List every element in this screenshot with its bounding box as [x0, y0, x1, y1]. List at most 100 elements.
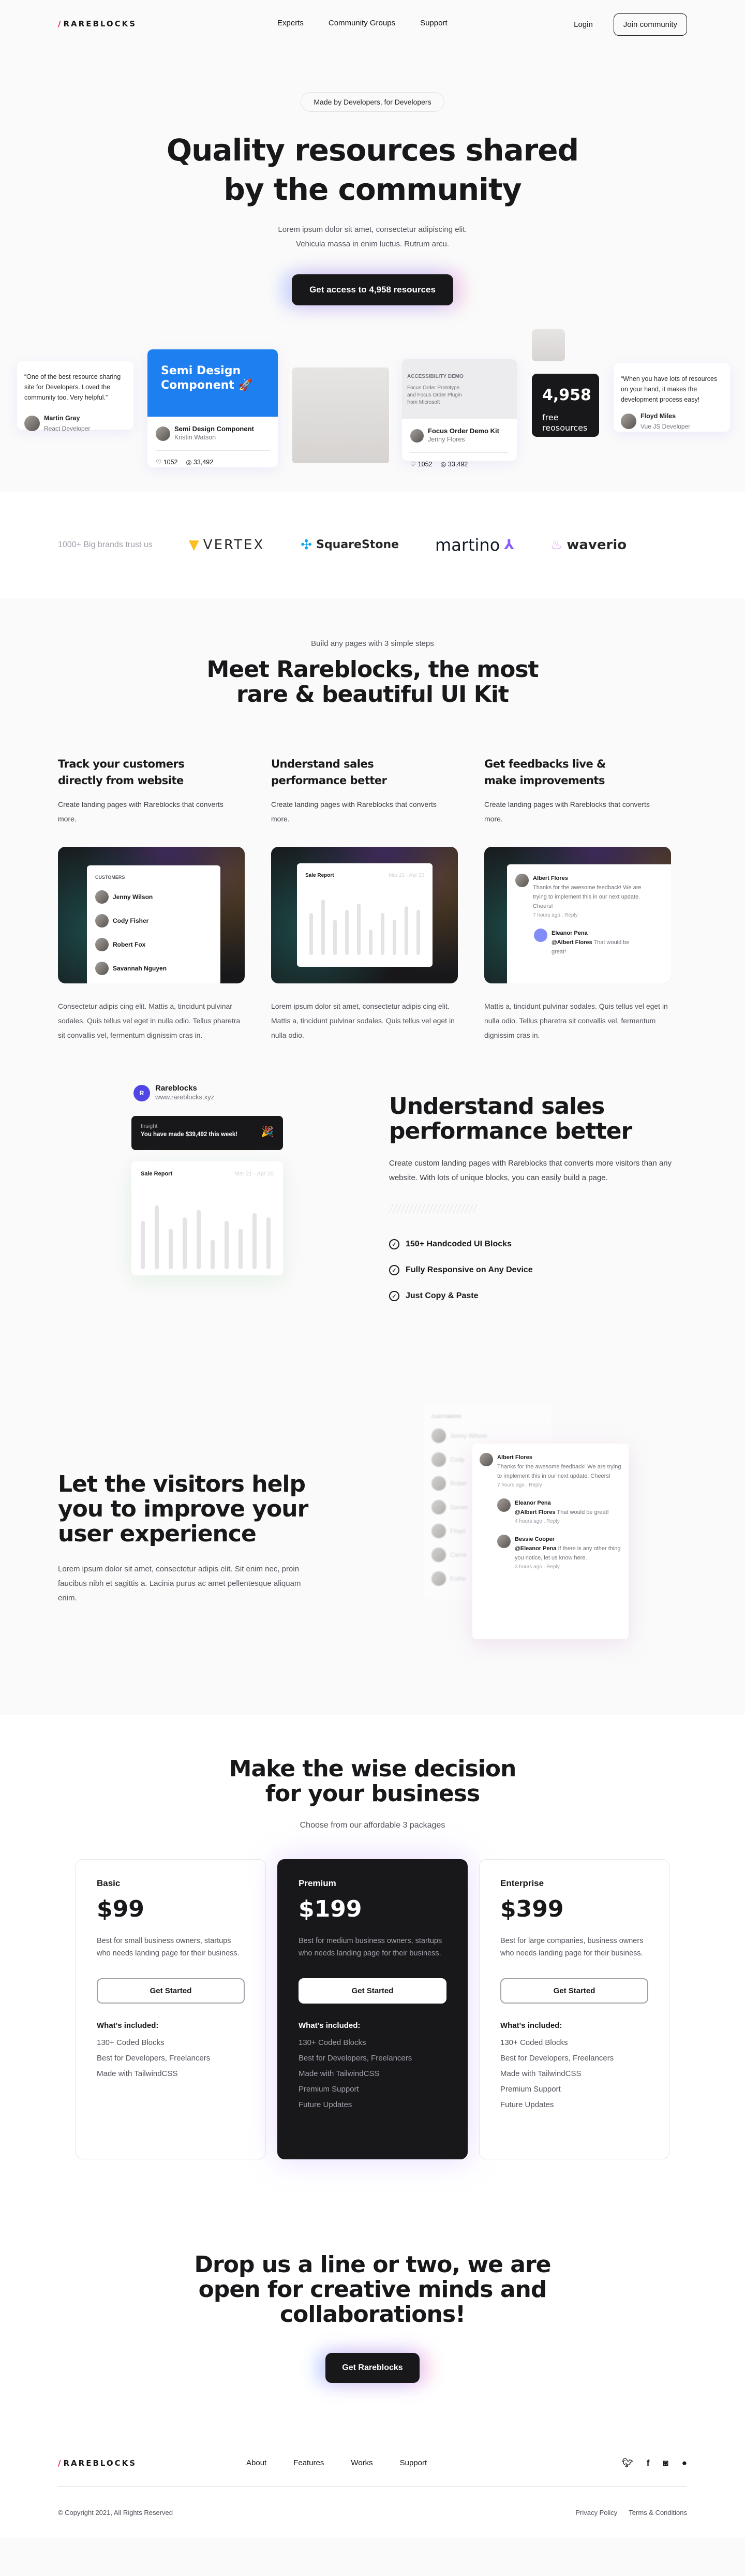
meet-eyebrow: Build any pages with 3 simple steps — [311, 639, 434, 648]
feature-body: Mattis a, tincidunt pulvinar sodales. Qu… — [484, 1002, 668, 1039]
get-started-button[interactable]: Get Started — [299, 1978, 446, 2004]
footer-nav-support[interactable]: Support — [400, 2459, 427, 2467]
twitter-icon[interactable]: 🐦︎ — [622, 2458, 633, 2468]
customer-row: Robert Fox — [95, 938, 212, 951]
plan-price: $199 — [299, 1896, 362, 1922]
nav-experts[interactable]: Experts — [277, 19, 304, 27]
chart-bar — [333, 920, 337, 955]
feature-item: Future Updates — [299, 2100, 352, 2109]
pricing-title: Make the wise decision for your business — [229, 1756, 517, 1807]
pricing-card-enterprise: Enterprise $399 Best for large companies, … — [479, 1859, 669, 2159]
get-access-button[interactable]: Get access to 4,958 resources — [292, 274, 453, 305]
footer-logo[interactable]: / RAREBLOCKS — [58, 2459, 137, 2468]
included-label: What's included: — [500, 2021, 562, 2030]
feature-desc: Create landing pages with Rareblocks tha… — [58, 800, 224, 823]
comment-text: @Albert Flores That would be great! — [515, 1509, 609, 1515]
testimonial-card: “When you have lots of resources on your… — [614, 363, 730, 432]
chart-bar — [405, 906, 408, 955]
customer-row: Jenny Wilson — [95, 890, 212, 904]
instagram-icon[interactable]: ◙ — [663, 2458, 668, 2468]
feature-item: Made with TailwindCSS — [97, 2069, 178, 2078]
get-started-button[interactable]: Get Started — [500, 1978, 648, 2004]
feature-desc: Create landing pages with Rareblocks tha… — [271, 800, 437, 823]
avatar — [431, 1452, 446, 1467]
footer-nav-works[interactable]: Works — [351, 2459, 373, 2467]
nav-support[interactable]: Support — [420, 19, 448, 27]
avatar — [497, 1535, 511, 1548]
likes-count[interactable]: ♡ 1052 — [156, 458, 178, 466]
github-icon[interactable]: ● — [682, 2458, 687, 2468]
plan-desc: Best for large companies, business owner… — [500, 1937, 644, 1957]
comment-meta[interactable]: 3 hours ago . Reply — [515, 1563, 621, 1572]
brand-squarestone: ✣ SquareStone — [301, 537, 399, 553]
customers-preview: CUSTOMERS Jenny Wilson Cody Fisher Robert … — [58, 847, 245, 983]
avatar — [431, 1524, 446, 1538]
avatar — [431, 1429, 446, 1443]
chart-bar — [321, 900, 325, 955]
avatar — [431, 1571, 446, 1586]
visitors-title: Let the visitors help you to improve your… — [58, 1471, 308, 1547]
chart-bar — [169, 1229, 173, 1269]
comment-text: Thanks for the awesome feedback! We are … — [497, 1464, 621, 1479]
included-label: What's included: — [97, 2021, 159, 2030]
understand-desc: Create custom landing pages with Rareblo… — [389, 1159, 672, 1182]
likes-count[interactable]: ♡ 1052 — [410, 460, 433, 468]
copyright: © Copyright 2021, All Rights Reserved — [58, 2508, 173, 2516]
avatar — [95, 890, 109, 904]
comment-card: Albert Flores Thanks for the awesome feed… — [507, 864, 671, 983]
privacy-policy-link[interactable]: Privacy Policy — [575, 2509, 617, 2516]
sales-preview: Sale Report Mar 21 - Apr 20 — [271, 847, 458, 983]
avatar — [95, 962, 109, 975]
comment-mention[interactable]: @Eleanor Pena — [515, 1545, 556, 1552]
chart-bar — [416, 909, 420, 955]
chart-bar — [141, 1221, 145, 1269]
feature-title: Understand sales performance better — [271, 758, 387, 787]
feature-list: 130+ Coded Blocks Best for Developers, Fr… — [299, 2035, 446, 2113]
join-community-button[interactable]: Join community — [613, 13, 687, 36]
plan-desc: Best for medium business owners, startup… — [299, 1937, 442, 1957]
hero-title: Quality resources shared by the community — [166, 133, 579, 207]
resource-card[interactable]: Semi Design Component 🚀 Semi Design Comp… — [147, 349, 278, 467]
feature-title: Track your customers directly from websi… — [58, 758, 185, 787]
comment-meta[interactable]: 4 hours ago . Reply — [515, 1517, 609, 1526]
feature-column: Track your customers directly from websi… — [58, 756, 245, 1042]
resource-card[interactable]: ACCESSIBILITY DEMO Focus Order Prototype … — [402, 359, 517, 468]
avatar — [431, 1476, 446, 1491]
terms-link[interactable]: Terms & Conditions — [629, 2509, 687, 2516]
comments-card: Albert Flores Thanks for the awesome feed… — [472, 1444, 629, 1639]
hero-description: Lorem ipsum dolor sit amet, consectetur … — [278, 225, 467, 248]
waverio-logo-icon: ♨ — [550, 537, 563, 553]
get-started-button[interactable]: Get Started — [97, 1978, 245, 2004]
comment-meta[interactable]: 7 hours ago . Reply — [497, 1481, 621, 1490]
pricing-card-basic: Basic $99 Best for small business owners, … — [76, 1859, 266, 2159]
feature-desc: Create landing pages with Rareblocks tha… — [484, 800, 650, 823]
login-link[interactable]: Login — [574, 20, 593, 29]
insight-card: Insight You have made $39,492 this week!… — [131, 1116, 283, 1150]
chart-bar — [225, 1221, 229, 1269]
feature-item: Future Updates — [500, 2100, 554, 2109]
avatar — [410, 429, 424, 443]
comment-mention[interactable]: @Albert Flores — [515, 1509, 556, 1515]
footer-nav-features[interactable]: Features — [293, 2459, 324, 2467]
chart-bar — [309, 913, 313, 955]
logo-slash: / — [58, 19, 63, 28]
facebook-icon[interactable]: f — [647, 2458, 650, 2468]
feature-body: Consectetur adipis cing elit. Mattis a, … — [58, 1002, 241, 1039]
avatar — [480, 1453, 493, 1466]
logo[interactable]: / RAREBLOCKS — [58, 19, 137, 28]
understand-title: Understand sales performance better — [389, 1093, 632, 1144]
comment-author: Albert Flores — [497, 1454, 532, 1461]
nav-community-groups[interactable]: Community Groups — [329, 19, 395, 27]
footer-nav-about[interactable]: About — [246, 2459, 266, 2467]
avatar — [24, 416, 40, 431]
get-rareblocks-button[interactable]: Get Rareblocks — [325, 2353, 420, 2383]
chart-bar — [381, 913, 384, 955]
views-count: ◎ 33,492 — [186, 459, 214, 466]
customer-row: Cody Fisher — [95, 914, 212, 928]
feature-item: 130+ Coded Blocks — [97, 2038, 165, 2047]
plan-price: $99 — [97, 1896, 144, 1922]
avatar — [497, 1498, 511, 1512]
pricing-section: Make the wise decision for your business … — [0, 1715, 745, 2211]
plan-desc: Best for small business owners, startups… — [97, 1937, 240, 1957]
check-circle-icon: ✓ — [389, 1291, 399, 1301]
